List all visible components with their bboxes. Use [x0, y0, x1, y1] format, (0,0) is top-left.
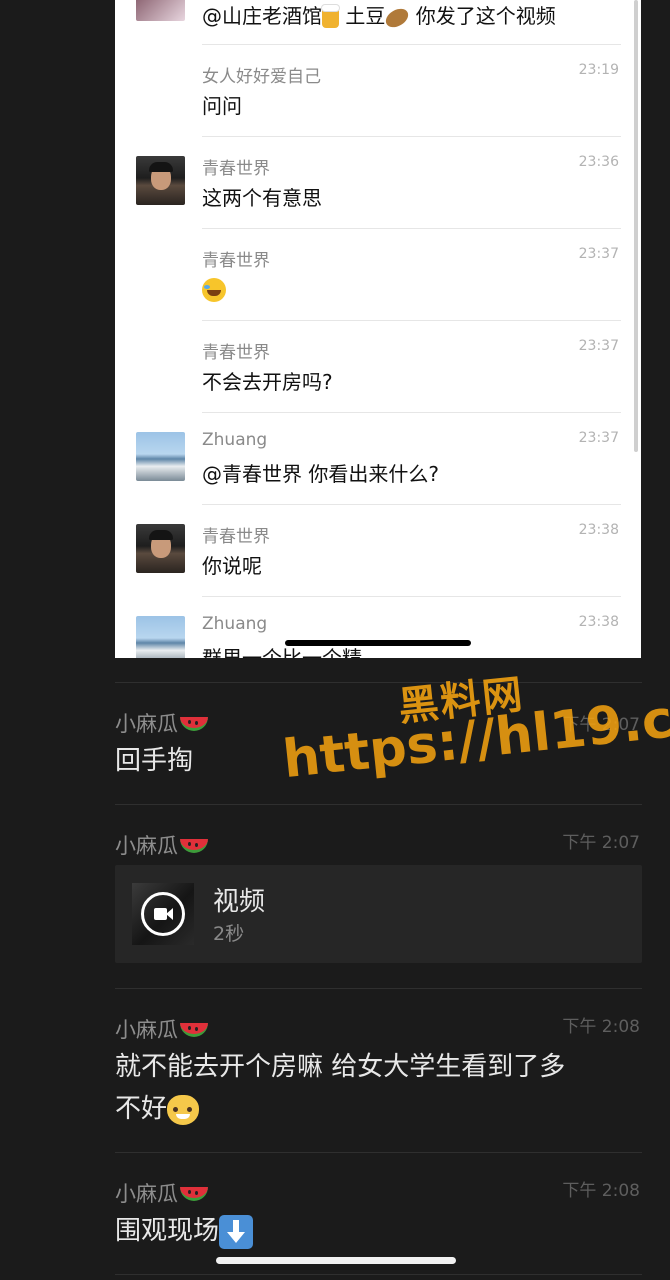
video-thumbnail[interactable]	[132, 883, 194, 945]
avatar[interactable]	[136, 432, 185, 481]
timestamp: 23:37	[578, 430, 619, 446]
watermelon-icon	[180, 1187, 208, 1201]
video-duration: 2秒	[213, 923, 245, 945]
avatar[interactable]	[136, 524, 185, 573]
sender-name: 青春世界	[202, 343, 270, 363]
video-camera-icon	[141, 892, 185, 936]
watermelon-icon	[180, 1023, 208, 1037]
divider	[115, 682, 642, 683]
timestamp: 23:38	[578, 522, 619, 538]
laughing-tears-emoji-icon	[202, 277, 226, 302]
sender-name: 女人好好爱自己	[202, 67, 321, 87]
watermelon-icon	[180, 839, 208, 853]
divider	[115, 988, 642, 989]
sender-name: Zhuang	[202, 430, 268, 450]
sender-name: 青春世界	[202, 159, 270, 179]
timestamp: 23:36	[578, 154, 619, 170]
message-row[interactable]: 女人好好爱自己 23:19 问问	[115, 44, 641, 137]
message-row[interactable]: 青春世界 23:37 不会去开房吗?	[115, 320, 641, 413]
sender-name: 青春世界	[202, 527, 270, 547]
potato-icon	[382, 4, 412, 31]
avatar[interactable]	[136, 156, 185, 205]
cat-face-emoji-icon	[167, 1094, 200, 1125]
message-row[interactable]: 青春世界 23:36 这两个有意思	[115, 136, 641, 229]
video-message-card[interactable]: 视频 2秒	[115, 865, 642, 963]
message-text: 问问	[202, 94, 242, 118]
divider	[115, 804, 642, 805]
message-text[interactable]: 围观现场	[115, 1210, 254, 1252]
divider	[115, 1274, 642, 1275]
video-title: 视频	[213, 887, 266, 917]
sender-name: Zhuang	[202, 614, 268, 634]
timestamp: 23:19	[578, 62, 619, 78]
timestamp: 下午 2:07	[562, 833, 640, 853]
message-row[interactable]: 青春世界 23:37	[115, 228, 641, 321]
message-row[interactable]: Zhuang 23:38 群里一个比一个精	[115, 596, 641, 658]
home-indicator	[285, 640, 471, 646]
message-text	[202, 276, 226, 302]
avatar[interactable]	[136, 0, 185, 21]
watermelon-icon	[180, 717, 208, 731]
timestamp: 下午 2:08	[562, 1017, 640, 1037]
home-indicator	[216, 1257, 456, 1264]
message-row[interactable]: Zhuang 23:37 @青春世界 你看出来什么?	[115, 412, 641, 505]
sender-name: 青春世界	[202, 251, 270, 271]
sender-name: 小麻瓜	[115, 708, 208, 738]
sender-name: 小麻瓜	[115, 830, 208, 860]
sender-name: 小麻瓜	[115, 1014, 208, 1044]
timestamp: 23:37	[578, 338, 619, 354]
message-row[interactable]: @山庄老酒馆 土豆 你发了这个视频	[115, 0, 641, 45]
embedded-screenshot: @山庄老酒馆 土豆 你发了这个视频 女人好好爱自己 23:19 问问 青春世界 …	[115, 0, 641, 658]
beer-icon	[322, 4, 339, 28]
timestamp: 下午 2:08	[562, 1181, 640, 1201]
message-row[interactable]: 青春世界 23:38 你说呢	[115, 504, 641, 597]
message-text: @山庄老酒馆 土豆 你发了这个视频	[202, 0, 556, 31]
sender-name: 小麻瓜	[115, 1178, 208, 1208]
timestamp: 23:37	[578, 246, 619, 262]
divider	[115, 1152, 642, 1153]
message-text: 你说呢	[202, 554, 262, 578]
timestamp: 23:38	[578, 614, 619, 630]
message-text: @青春世界 你看出来什么?	[202, 462, 439, 486]
down-arrow-emoji-icon	[219, 1214, 254, 1249]
message-text[interactable]: 回手掏	[115, 740, 193, 782]
message-text[interactable]: 就不能去开个房嘛 给女大学生看到了多 不好	[115, 1046, 565, 1130]
message-text: 不会去开房吗?	[202, 370, 333, 394]
avatar[interactable]	[136, 616, 185, 658]
message-text: 这两个有意思	[202, 186, 322, 210]
